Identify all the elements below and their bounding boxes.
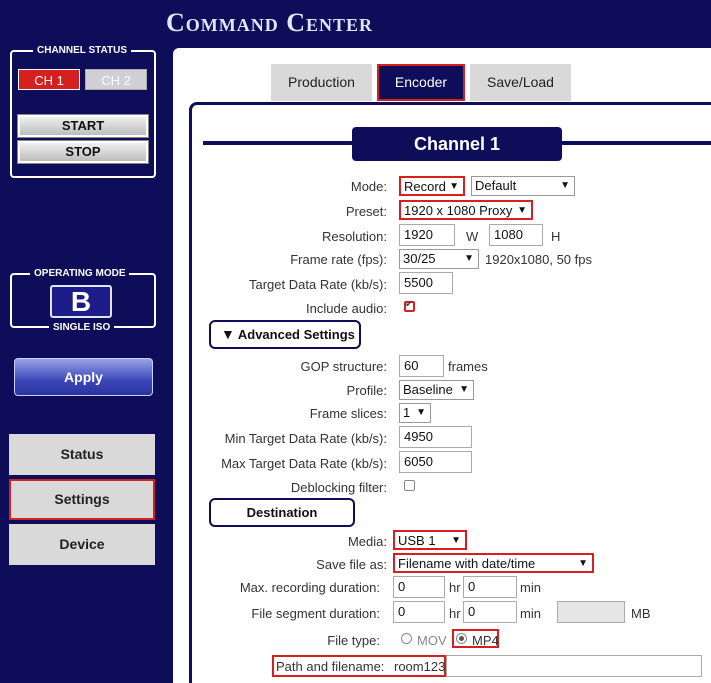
chevron-down-icon: ▼ — [560, 180, 570, 191]
preset-select[interactable]: 1920 x 1080 Proxy ▼ — [399, 200, 533, 220]
expand-triangle-icon: ▼ — [221, 326, 235, 342]
nav-status[interactable]: Status — [9, 434, 155, 475]
target-rate-input[interactable]: 5500 — [399, 272, 453, 294]
apply-button[interactable]: Apply — [14, 358, 153, 396]
mode-label: Mode: — [350, 179, 387, 194]
chevron-down-icon: ▼ — [517, 205, 527, 216]
mode-select[interactable]: Record ▼ — [399, 176, 465, 196]
include-audio-label: Include audio: — [306, 301, 387, 316]
chevron-down-icon: ▼ — [416, 407, 426, 418]
save-as-select[interactable]: Filename with date/time ▼ — [393, 553, 594, 573]
destination-header[interactable]: Destination — [209, 498, 355, 527]
advanced-settings-toggle[interactable]: ▼ Advanced Settings — [209, 320, 361, 349]
chevron-down-icon: ▼ — [459, 384, 469, 395]
max-duration-hr-unit: hr — [449, 580, 461, 595]
segment-hr-input[interactable]: 0 — [393, 601, 445, 623]
path-label: Path and filename: — [276, 659, 385, 674]
stop-button[interactable]: STOP — [17, 140, 149, 164]
media-value: USB 1 — [398, 533, 436, 548]
frame-rate-value: 30/25 — [403, 251, 436, 266]
chevron-down-icon: ▼ — [449, 181, 459, 192]
resolution-width-input[interactable]: 1920 — [399, 224, 455, 246]
resolution-height-input[interactable]: 1080 — [489, 224, 543, 246]
resolution-height-unit: H — [551, 229, 561, 244]
chevron-down-icon: ▼ — [578, 558, 588, 569]
encoder-profile-value: Default — [475, 178, 517, 193]
max-rate-input[interactable]: 6050 — [399, 451, 472, 473]
deblocking-label: Deblocking filter: — [290, 480, 387, 495]
deblocking-checkbox[interactable] — [404, 480, 415, 491]
save-as-label: Save file as: — [316, 557, 387, 572]
profile-label: Profile: — [346, 383, 387, 398]
frame-rate-label: Frame rate (fps): — [290, 252, 387, 267]
path-input[interactable] — [446, 655, 702, 677]
app-title: Command Center — [166, 8, 374, 37]
file-type-mov-label: MOV — [417, 633, 447, 648]
mode-value: Record — [404, 179, 446, 194]
channel-status-title: CHANNEL STATUS — [33, 45, 131, 56]
save-as-value: Filename with date/time — [398, 556, 536, 571]
destination-title: Destination — [246, 505, 318, 520]
min-rate-input[interactable]: 4950 — [399, 426, 472, 448]
frame-rate-note: 1920x1080, 50 fps — [485, 252, 592, 267]
segment-size-unit: MB — [631, 606, 651, 621]
nav-device[interactable]: Device — [9, 524, 155, 565]
max-duration-min-input[interactable]: 0 — [463, 576, 517, 598]
tab-save-load[interactable]: Save/Load — [470, 64, 571, 101]
max-rate-label: Max Target Data Rate (kb/s): — [221, 456, 387, 471]
operating-mode-indicator: B — [50, 285, 112, 318]
tab-production[interactable]: Production — [271, 64, 372, 101]
segment-hr-unit: hr — [449, 606, 461, 621]
target-rate-label: Target Data Rate (kb/s): — [249, 277, 387, 292]
segment-size-input — [557, 601, 625, 623]
channel-2-button[interactable]: CH 2 — [85, 69, 147, 90]
max-duration-label: Max. recording duration: — [239, 580, 380, 595]
tab-encoder[interactable]: Encoder — [377, 64, 465, 101]
gop-input[interactable]: 60 — [399, 355, 444, 377]
chevron-down-icon: ▼ — [451, 535, 461, 546]
resolution-width-unit: W — [466, 229, 479, 244]
frame-slices-select[interactable]: 1 ▼ — [399, 403, 431, 423]
frame-slices-value: 1 — [403, 405, 411, 420]
encoder-profile-select[interactable]: Default ▼ — [471, 176, 575, 196]
min-rate-label: Min Target Data Rate (kb/s): — [224, 431, 387, 446]
operating-mode-title: OPERATING MODE — [30, 268, 130, 279]
profile-value: Baseline — [403, 382, 453, 397]
file-type-mp4-radio[interactable] — [456, 633, 467, 644]
file-type-mp4-label: MP4 — [472, 633, 499, 648]
frame-rate-select[interactable]: 30/25 ▼ — [399, 249, 479, 269]
preset-label: Preset: — [345, 204, 387, 219]
file-type-mov-radio[interactable] — [401, 633, 412, 644]
media-label: Media: — [347, 534, 387, 549]
start-button[interactable]: START — [17, 114, 149, 138]
segment-min-input[interactable]: 0 — [463, 601, 517, 623]
profile-select[interactable]: Baseline ▼ — [399, 380, 474, 400]
include-audio-checkbox[interactable] — [404, 299, 415, 312]
gop-unit: frames — [448, 359, 488, 374]
media-select[interactable]: USB 1 ▼ — [393, 530, 467, 550]
segment-min-unit: min — [520, 606, 541, 621]
chevron-down-icon: ▼ — [464, 253, 474, 264]
channel-1-button[interactable]: CH 1 — [18, 69, 80, 90]
channel-title: Channel 1 — [352, 127, 562, 161]
frame-slices-label: Frame slices: — [309, 406, 387, 421]
nav-settings[interactable]: Settings — [9, 479, 155, 520]
file-type-label: File type: — [327, 633, 380, 648]
max-duration-min-unit: min — [520, 580, 541, 595]
advanced-settings-title: Advanced Settings — [237, 327, 355, 342]
max-duration-hr-input[interactable]: 0 — [393, 576, 445, 598]
segment-duration-label: File segment duration: — [251, 606, 380, 621]
path-value-prefix: room123 — [394, 659, 446, 674]
resolution-label: Resolution: — [321, 229, 387, 244]
preset-value: 1920 x 1080 Proxy — [404, 203, 513, 218]
gop-label: GOP structure: — [300, 359, 387, 374]
operating-mode-label: SINGLE ISO — [49, 322, 115, 333]
